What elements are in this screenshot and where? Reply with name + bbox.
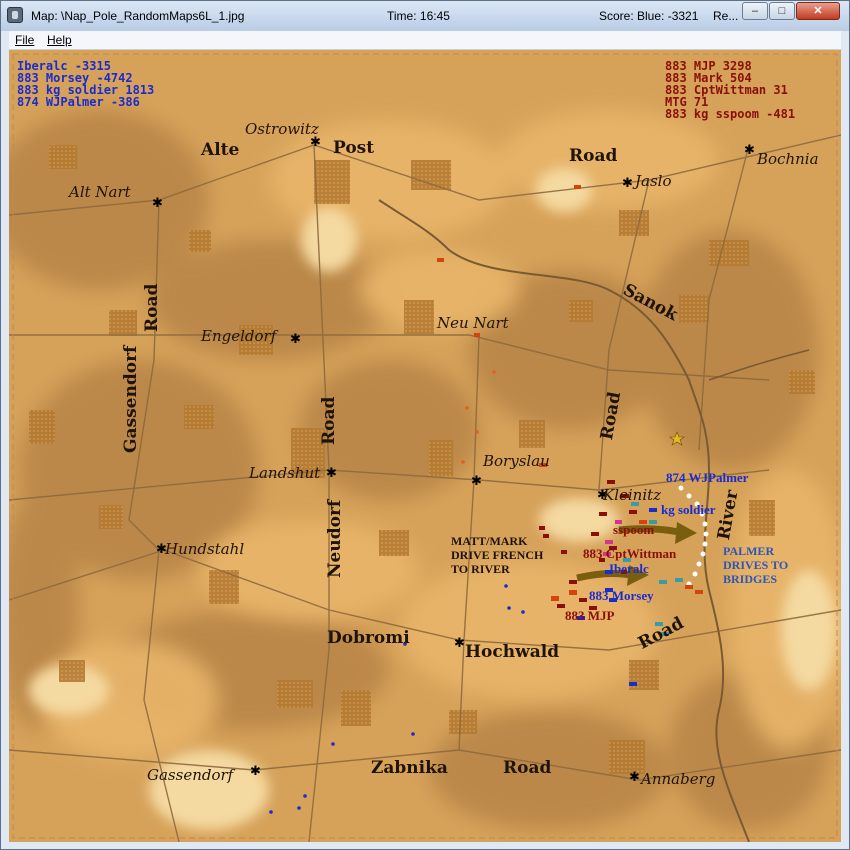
menu-file[interactable]: File <box>15 33 34 47</box>
town-jaslo: Jaslo <box>635 172 672 190</box>
title-overflow: Re... <box>713 9 739 23</box>
label-hochwald: Hochwald <box>465 642 560 662</box>
maximize-button[interactable]: □ <box>769 2 795 20</box>
score-blue-wjpalmer: 874 WJPalmer -386 <box>17 95 140 109</box>
score-red-kg-sspoom: 883 kg sspoom -481 <box>665 107 796 121</box>
town-star-icon: ✱ <box>622 175 633 190</box>
close-button[interactable]: ✕ <box>796 2 840 20</box>
label-post: Post <box>333 138 375 158</box>
game-map[interactable]: Iberalc -3315 883 Morsey -4742 883 kg so… <box>9 50 841 842</box>
app-window: Map: \Nap_Pole_RandomMaps6L_1.jpg Time: … <box>0 0 850 850</box>
annotation-palmer: PALMER DRIVES TO BRIDGES <box>723 544 789 586</box>
town-landshut: Landshut <box>249 464 321 482</box>
label-neudorf: Neudorf <box>325 499 345 578</box>
unit-label-sspoom[interactable]: sspoom <box>613 522 654 538</box>
menu-help[interactable]: Help <box>47 33 72 47</box>
label-road-south: Road <box>503 758 552 778</box>
town-hundstahl: Hundstahl <box>165 540 245 558</box>
town-gassendorf: Gassendorf <box>147 766 234 784</box>
label-gassendorf-road: Gassendorf <box>121 345 141 453</box>
minimize-button[interactable]: – <box>742 2 768 20</box>
label-road-west: Road <box>142 283 162 332</box>
town-star-icon: ✱ <box>744 142 755 157</box>
town-ostrowitz: Ostrowitz <box>245 120 319 138</box>
label-road-center: Road <box>319 396 339 445</box>
score-readout: Score: Blue: -3321 <box>599 9 699 23</box>
unit-label-morsey[interactable]: 883 Morsey <box>589 588 654 604</box>
town-star-icon: ✱ <box>152 195 163 210</box>
app-icon <box>7 7 23 23</box>
unit-label-mjp[interactable]: 883 MJP <box>565 608 614 624</box>
town-star-icon: ✱ <box>326 465 337 480</box>
town-star-icon: ✱ <box>629 769 640 784</box>
label-zabnika: Zabnika <box>371 758 448 778</box>
town-boryslau: Boryslau <box>483 452 550 470</box>
annotation-matt-mark: MATT/MARK DRIVE FRENCH TO RIVER <box>451 534 544 576</box>
unit-label-wjpalmer[interactable]: 874 WJPalmer <box>666 470 748 486</box>
town-star-icon: ✱ <box>471 473 482 488</box>
town-star-icon: ✱ <box>310 134 321 149</box>
menu-bar: File Help <box>9 31 841 50</box>
unit-label-cptwittman[interactable]: 883 CptWittman <box>583 546 676 562</box>
town-star-icon: ✱ <box>290 331 301 346</box>
game-time: Time: 16:45 <box>387 9 450 23</box>
unit-label-kg-soldier[interactable]: kg soldier <box>661 502 716 518</box>
town-star-icon: ✱ <box>454 635 465 650</box>
unit-label-iberalc[interactable]: Iberalc <box>609 561 649 577</box>
label-alte: Alte <box>201 140 240 160</box>
label-dobromi: Dobromi <box>327 628 410 648</box>
town-engeldorf: Engeldorf <box>201 327 277 345</box>
town-annaberg: Annaberg <box>641 770 716 788</box>
town-star-icon: ✱ <box>250 763 261 778</box>
window-title: Map: \Nap_Pole_RandomMaps6L_1.jpg <box>31 9 245 23</box>
label-road-north: Road <box>569 146 618 166</box>
town-neu-nart: Neu Nart <box>437 314 509 332</box>
town-bochnia: Bochnia <box>757 150 819 168</box>
town-alt-nart: Alt Nart <box>69 183 131 201</box>
title-bar[interactable]: Map: \Nap_Pole_RandomMaps6L_1.jpg Time: … <box>1 1 849 31</box>
town-kleinitz: Kleinitz <box>603 486 662 504</box>
